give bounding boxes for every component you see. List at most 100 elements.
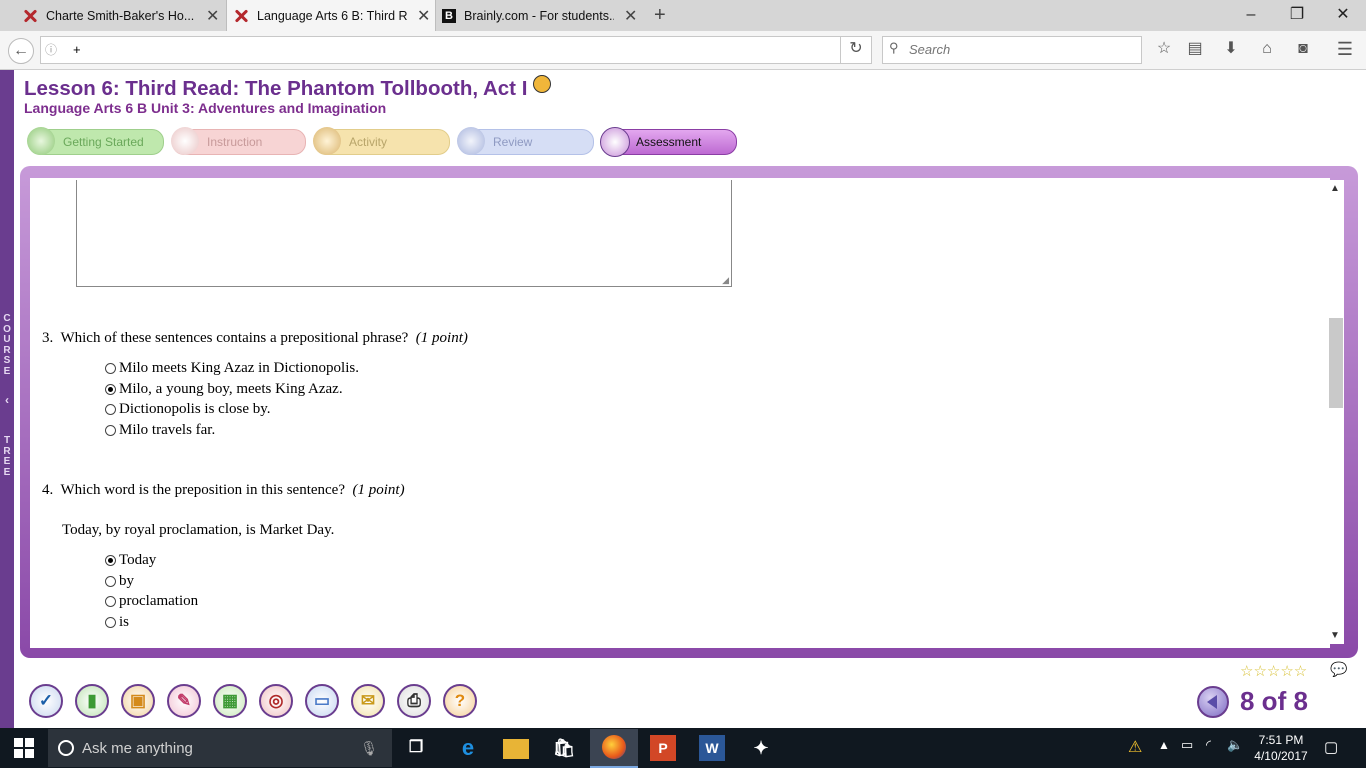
pin-tool-icon[interactable]: ✎ xyxy=(167,684,201,718)
question-text: Which word is the preposition in this se… xyxy=(60,482,346,498)
printer-tool-icon[interactable]: ⎙ xyxy=(397,684,431,718)
reload-icon[interactable]: ↻ xyxy=(840,36,872,64)
search-box[interactable]: ⚲ xyxy=(882,36,1142,64)
reading-list-icon[interactable]: ▤ xyxy=(1183,37,1207,61)
search-icon: ⚲ xyxy=(889,40,899,55)
course-tree-rail[interactable]: COURSE ‹ TREE xyxy=(0,70,14,728)
tray-chevron-up-icon[interactable]: ▲ xyxy=(1158,738,1170,752)
q3-option-4[interactable]: Milo travels far. xyxy=(105,422,215,439)
task-view-icon[interactable]: ❐ xyxy=(403,735,429,761)
browser-tab-3[interactable]: B Brainly.com - For students... ✕ xyxy=(436,0,646,31)
scrollbar-thumb[interactable] xyxy=(1329,318,1343,408)
q4-option-4[interactable]: is xyxy=(105,614,129,631)
rating-stars[interactable]: ☆☆☆☆☆ xyxy=(1240,662,1307,680)
comment-bubble-icon[interactable]: 💬 xyxy=(1330,661,1347,678)
q3-option-1[interactable]: Milo meets King Azaz in Dictionopolis. xyxy=(105,360,359,377)
q4-option-1[interactable]: Today xyxy=(105,552,156,569)
pocket-icon[interactable]: ◙ xyxy=(1291,37,1315,61)
radio-button[interactable] xyxy=(105,576,116,587)
info-icon[interactable]: ⓘ xyxy=(45,41,57,58)
warning-icon[interactable]: ⚠ xyxy=(1128,737,1142,757)
essay-answer-textarea[interactable]: ◢ xyxy=(76,180,732,287)
volume-icon[interactable]: 🔈 xyxy=(1227,737,1243,753)
question-4: 4. Which word is the preposition in this… xyxy=(42,482,405,498)
q4-option-2[interactable]: by xyxy=(105,573,134,590)
action-center-icon[interactable]: ▢ xyxy=(1324,738,1338,756)
restore-button[interactable]: ❐ xyxy=(1274,2,1320,28)
resize-grip-icon[interactable]: ◢ xyxy=(722,275,729,286)
assessment-paper-icon xyxy=(600,127,630,157)
system-clock[interactable]: 7:51 PM 4/10/2017 xyxy=(1246,732,1316,764)
scroll-down-arrow-icon[interactable]: ▼ xyxy=(1330,630,1340,641)
url-bar[interactable]: ⓘ xyxy=(40,36,841,64)
bookmark-star-icon[interactable]: ☆ xyxy=(1152,37,1176,61)
check-tool-icon[interactable]: ✓ xyxy=(29,684,63,718)
lesson-title: Lesson 6: Third Read: The Phantom Tollbo… xyxy=(24,75,552,101)
close-tab-icon[interactable]: ✕ xyxy=(417,6,430,26)
tab-title: Charte Smith-Baker's Ho... xyxy=(46,8,195,23)
question-points: (1 point) xyxy=(352,482,405,498)
radio-button[interactable] xyxy=(105,617,116,628)
radio-button[interactable] xyxy=(105,425,116,436)
windows-start-icon[interactable] xyxy=(14,738,34,758)
step-assessment[interactable]: Assessment xyxy=(600,127,737,157)
course-tree-label-tree: TREE xyxy=(3,435,11,478)
screen-tool-icon[interactable]: ▭ xyxy=(305,684,339,718)
url-input[interactable] xyxy=(71,41,775,58)
q4-option-3[interactable]: proclamation xyxy=(105,593,198,610)
backpack-tool-icon[interactable]: ▣ xyxy=(121,684,155,718)
microphone-icon[interactable]: 🎙 xyxy=(360,740,378,757)
help-tool-icon[interactable]: ? xyxy=(443,684,477,718)
store-icon[interactable]: 🛍 xyxy=(551,735,577,761)
content-scrollbar[interactable] xyxy=(1328,180,1344,644)
cortana-circle-icon xyxy=(58,740,74,756)
clock-time: 7:51 PM xyxy=(1258,733,1304,747)
grid-tool-icon[interactable]: ▦ xyxy=(213,684,247,718)
browser-tab-2[interactable]: Language Arts 6 B: Third R... ✕ xyxy=(226,0,436,32)
minimize-button[interactable]: – xyxy=(1228,2,1274,28)
previous-page-button[interactable] xyxy=(1197,686,1229,718)
step-instruction[interactable]: Instruction xyxy=(171,127,306,155)
tollbooth-badge-icon xyxy=(533,75,552,93)
home-icon[interactable]: ⌂ xyxy=(1255,37,1279,61)
page-indicator: 8 of 8 xyxy=(1240,686,1308,716)
q3-option-2[interactable]: Milo, a young boy, meets King Azaz. xyxy=(105,381,343,398)
brainly-b-icon: B xyxy=(442,8,456,23)
menu-hamburger-icon[interactable]: ☰ xyxy=(1333,37,1357,61)
scroll-up-arrow-icon[interactable]: ▲ xyxy=(1330,183,1340,194)
step-getting-started[interactable]: Getting Started xyxy=(27,127,164,155)
radio-button-selected[interactable] xyxy=(105,384,116,395)
x-logo-icon xyxy=(233,8,249,24)
powerpoint-icon[interactable]: P xyxy=(650,735,676,761)
close-tab-icon[interactable]: ✕ xyxy=(624,6,637,26)
cortana-search-box[interactable]: Ask me anything 🎙 xyxy=(48,729,392,767)
chevron-left-icon[interactable]: ‹ xyxy=(0,394,14,405)
close-window-button[interactable]: ✕ xyxy=(1320,2,1366,28)
dropbox-icon[interactable]: ✦ xyxy=(748,735,774,761)
notes-tool-icon[interactable]: ✉ xyxy=(351,684,385,718)
download-icon[interactable]: ⬇ xyxy=(1219,37,1243,61)
course-unit-title: Language Arts 6 B Unit 3: Adventures and… xyxy=(24,100,387,116)
radio-button-selected[interactable] xyxy=(105,555,116,566)
question-text: Which of these sentences contains a prep… xyxy=(60,330,409,346)
radio-button[interactable] xyxy=(105,363,116,374)
browser-tab-1[interactable]: Charte Smith-Baker's Ho... ✕ xyxy=(16,0,226,31)
book-tool-icon[interactable]: ▮ xyxy=(75,684,109,718)
back-arrow-icon[interactable]: ← xyxy=(8,38,34,64)
wifi-icon[interactable]: ◜ xyxy=(1206,737,1211,753)
radio-button[interactable] xyxy=(105,596,116,607)
question-points: (1 point) xyxy=(415,330,468,346)
edge-browser-icon[interactable]: e xyxy=(455,735,481,761)
firefox-taskbar-button[interactable] xyxy=(590,729,638,768)
step-review[interactable]: Review xyxy=(457,127,594,155)
q3-option-3[interactable]: Dictionopolis is close by. xyxy=(105,401,271,418)
new-tab-button[interactable]: + xyxy=(654,4,666,27)
step-activity[interactable]: Activity xyxy=(313,127,450,155)
word-icon[interactable]: W xyxy=(699,735,725,761)
search-input[interactable] xyxy=(907,41,1131,58)
battery-icon[interactable]: ▭ xyxy=(1181,737,1193,753)
file-explorer-icon[interactable] xyxy=(503,739,529,759)
radio-button[interactable] xyxy=(105,404,116,415)
target-tool-icon[interactable]: ◎ xyxy=(259,684,293,718)
close-tab-icon[interactable]: ✕ xyxy=(206,6,219,26)
